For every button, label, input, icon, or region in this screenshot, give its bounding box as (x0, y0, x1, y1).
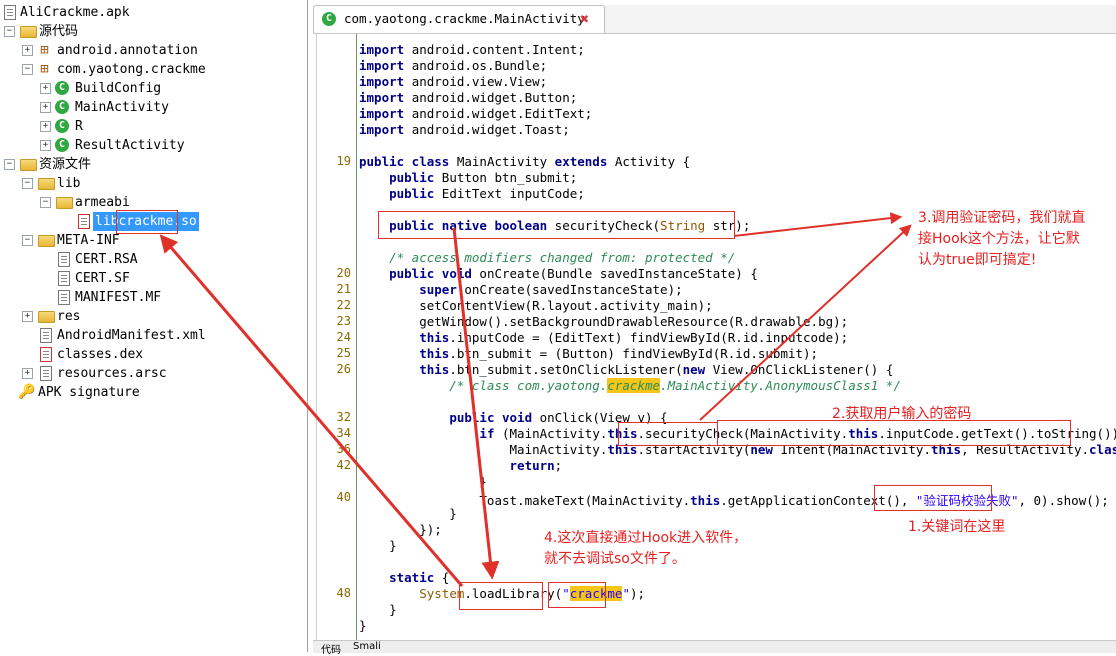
arrow-native-to-loadlib (452, 227, 500, 580)
arrow-check-to-note3 (699, 224, 912, 421)
annotation-arrows (159, 212, 912, 587)
arrow-native-to-note3 (733, 212, 903, 237)
arrow-loadlib-to-so (159, 234, 464, 587)
